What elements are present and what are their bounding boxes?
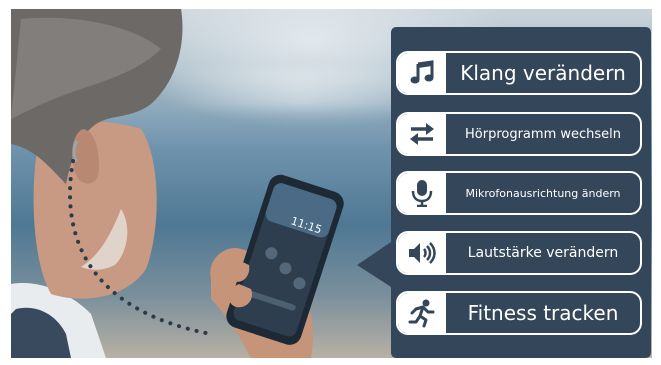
- music-note-icon: [398, 53, 446, 93]
- feature-klang: Klang verändern: [396, 51, 642, 95]
- feature-hoerprogramm: Hörprogramm wechseln: [396, 112, 642, 156]
- feature-label: Klang verändern: [460, 61, 626, 85]
- feature-fitness: Fitness tracken: [396, 291, 642, 335]
- feature-label: Lautstärke verändern: [467, 245, 619, 261]
- feature-label: Mikrofonausrichtung ändern: [465, 186, 621, 200]
- speaker-icon: [398, 233, 446, 273]
- man-with-phone-illustration: 11:15: [11, 9, 344, 358]
- feature-label: Hörprogramm wechseln: [465, 126, 621, 142]
- running-person-icon: [398, 293, 446, 333]
- feature-mikrofon: Mikrofonausrichtung ändern: [396, 171, 642, 215]
- feature-label: Fitness tracken: [467, 301, 619, 325]
- feature-lautstaerke: Lautstärke verändern: [396, 231, 642, 275]
- microphone-icon: [398, 173, 446, 213]
- swap-arrows-icon: [398, 114, 446, 154]
